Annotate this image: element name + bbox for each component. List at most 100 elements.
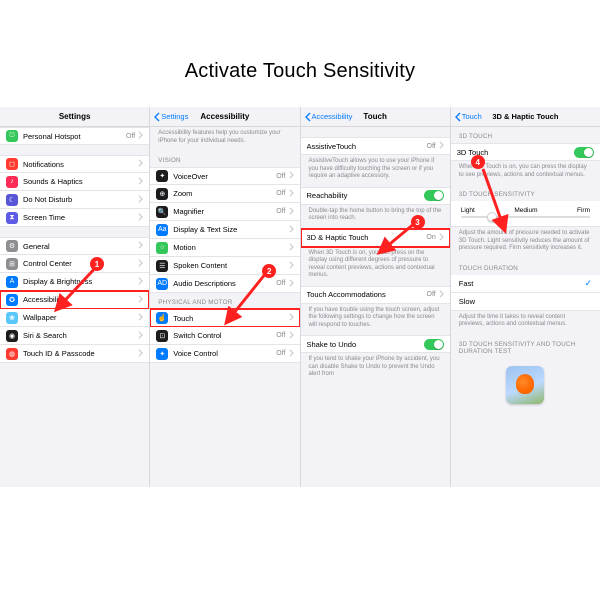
text-icon: Aa — [156, 224, 168, 236]
row-personal-hotspot[interactable]: ⎋Personal HotspotOff — [0, 127, 149, 145]
chevron-right-icon — [289, 243, 294, 253]
panel-settings: Settings ⎋Personal HotspotOff ◻Notificat… — [0, 107, 150, 487]
chevron-right-icon — [138, 259, 143, 269]
arrow-4 — [479, 165, 511, 237]
chevron-right-icon — [138, 213, 143, 223]
row-label: Reachability — [307, 191, 424, 200]
callout-3: 3 — [411, 215, 425, 229]
row-fast[interactable]: Fast✓ — [451, 275, 600, 293]
row-magnifier[interactable]: 🔍MagnifierOff — [150, 203, 299, 221]
test-image-flower[interactable] — [506, 366, 544, 404]
row-touch-accom[interactable]: Touch AccommodationsOff — [301, 286, 450, 304]
row-value: Off — [276, 332, 285, 339]
chevron-right-icon — [289, 207, 294, 217]
row-value: Off — [276, 173, 285, 180]
row-text-size[interactable]: Aa Display & Text Size — [150, 221, 299, 239]
arrow-2 — [220, 269, 270, 329]
header-title: Touch — [301, 112, 450, 121]
reachability-toggle[interactable] — [424, 190, 444, 201]
row-voice-control[interactable]: ✦Voice ControlOff — [150, 345, 299, 363]
sensitivity-slider[interactable]: LightMediumFirm — [451, 201, 600, 227]
spacer — [0, 145, 149, 155]
row-value: Off — [276, 208, 285, 215]
row-notifications[interactable]: ◻Notifications — [0, 155, 149, 173]
spacer — [301, 127, 450, 137]
row-label: Siri & Search — [23, 331, 138, 340]
row-touchid[interactable]: ◍Touch ID & Passcode — [0, 345, 149, 363]
chevron-right-icon — [138, 295, 143, 305]
shake-toggle[interactable] — [424, 339, 444, 350]
header-title: 3D & Haptic Touch — [451, 112, 600, 121]
row-dnd[interactable]: ☾Do Not Disturb — [0, 191, 149, 209]
row-screentime[interactable]: ⧗Screen Time — [0, 209, 149, 227]
header-title: Accessibility — [150, 112, 299, 121]
header-touch: Accessibility Touch — [301, 107, 450, 127]
speaker-icon: ♪ — [6, 176, 18, 188]
chevron-right-icon — [138, 241, 143, 251]
fingerprint-icon: ◍ — [6, 348, 18, 360]
voiceover-icon: ✦ — [156, 170, 168, 182]
row-label: Shake to Undo — [307, 340, 424, 349]
row-switch-control[interactable]: ⊡ Switch ControlOff — [150, 327, 299, 345]
shake-desc: If you tend to shake your iPhone by acci… — [301, 353, 450, 385]
callout-4: 4 — [471, 155, 485, 169]
row-assistivetouch[interactable]: AssistiveTouchOff — [301, 137, 450, 155]
chevron-right-icon — [289, 313, 294, 323]
row-label: General — [23, 242, 138, 251]
chevron-right-icon — [289, 171, 294, 181]
row-label: Zoom — [173, 189, 276, 198]
link-icon: ⎋ — [6, 130, 18, 142]
row-motion[interactable]: ○Motion — [150, 239, 299, 257]
row-zoom[interactable]: ⊕ZoomOff — [150, 185, 299, 203]
siri-icon: ◉ — [6, 330, 18, 342]
header-title: Settings — [0, 112, 149, 121]
chevron-right-icon — [138, 277, 143, 287]
intro-text: Accessibility features help you customiz… — [150, 127, 299, 151]
check-icon: ✓ — [584, 278, 592, 289]
accessibility-icon: ✪ — [6, 294, 18, 306]
row-sounds[interactable]: ♪ Sounds & Haptics — [0, 173, 149, 191]
row-shake-undo[interactable]: Shake to Undo — [301, 335, 450, 353]
chevron-right-icon — [289, 279, 294, 289]
row-general[interactable]: ⚙ General — [0, 237, 149, 255]
brightness-icon: A — [6, 276, 18, 288]
row-slow[interactable]: Slow — [451, 293, 600, 311]
chevron-right-icon — [289, 349, 294, 359]
row-label: Magnifier — [173, 207, 276, 216]
slider-medium: Medium — [514, 207, 537, 214]
row-voiceover[interactable]: ✦VoiceOverOff — [150, 167, 299, 185]
chevron-right-icon — [289, 189, 294, 199]
accom-desc: If you have trouble using the touch scre… — [301, 304, 450, 336]
row-siri[interactable]: ◉ Siri & Search — [0, 327, 149, 345]
zoom-icon: ⊕ — [156, 188, 168, 200]
section-duration: TOUCH DURATION — [451, 259, 600, 275]
row-label: Switch Control — [173, 331, 276, 340]
3dtouch-toggle[interactable] — [574, 147, 594, 158]
chevron-right-icon — [439, 141, 444, 151]
hourglass-icon: ⧗ — [6, 212, 18, 224]
chevron-right-icon — [138, 131, 143, 141]
section-vision: VISION — [150, 151, 299, 167]
row-value: Off — [276, 280, 285, 287]
section-3dtouch: 3D TOUCH — [451, 127, 600, 143]
touch-icon: ☝ — [156, 312, 168, 324]
row-reachability[interactable]: Reachability — [301, 187, 450, 205]
row-label: Sounds & Haptics — [23, 177, 138, 186]
voice-icon: ✦ — [156, 348, 168, 360]
row-label: Display & Text Size — [173, 225, 288, 234]
switch-control-icon: ⊡ — [156, 330, 168, 342]
chevron-right-icon — [439, 233, 444, 243]
panel-touch: Accessibility Touch AssistiveTouchOff As… — [301, 107, 451, 487]
row-label: Motion — [173, 243, 288, 252]
section-sensitivity: 3D TOUCH SENSITIVITY — [451, 185, 600, 201]
row-value: Off — [427, 291, 436, 298]
row-label: Voice Control — [173, 349, 276, 358]
page-title: Activate Touch Sensitivity — [0, 0, 600, 107]
sens-desc: Adjust the amount of pressure needed to … — [451, 227, 600, 259]
gear-icon: ⚙ — [6, 240, 18, 252]
row-value: Off — [126, 133, 135, 140]
header-settings: Settings — [0, 107, 149, 127]
chevron-right-icon — [289, 331, 294, 341]
panel-3d-haptic: Touch 3D & Haptic Touch 3D TOUCH 3D Touc… — [451, 107, 600, 487]
chevron-right-icon — [289, 261, 294, 271]
